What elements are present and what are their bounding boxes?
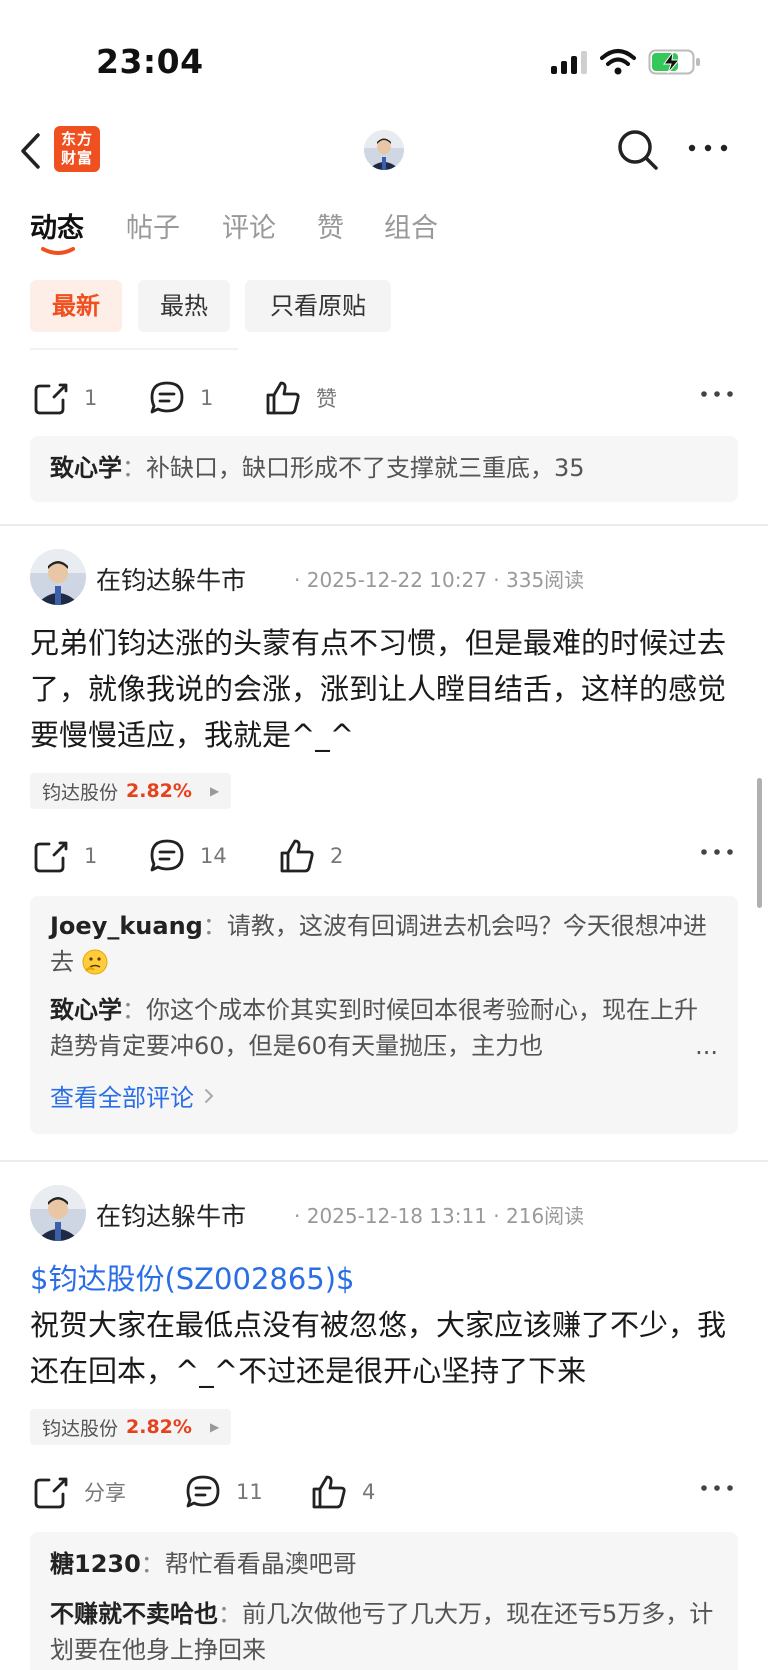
filter-latest[interactable]: 最新: [30, 280, 122, 332]
reply-text: 帮忙看看晶澳吧哥: [164, 1550, 357, 1578]
stock-change: 2.82%: [126, 1416, 192, 1438]
reply-text: 补缺口，缺口形成不了支撑就三重底，35: [146, 454, 585, 482]
share-count: 1: [84, 386, 98, 410]
comment-icon: [186, 1475, 220, 1508]
filter-hot[interactable]: 最热: [138, 280, 230, 332]
brand-logo[interactable]: 东方财富: [54, 126, 100, 172]
share-icon: [34, 1477, 68, 1509]
caret-right-icon: ▶: [209, 1420, 220, 1434]
like-button[interactable]: 赞: [264, 378, 337, 418]
back-arrow-icon[interactable]: [18, 132, 44, 170]
like-button[interactable]: 4: [310, 1472, 375, 1512]
profile-tabs: 动态 帖子 评论 赞 组合: [0, 200, 768, 260]
thumbs-up-icon: [280, 839, 314, 873]
like-count: 2: [330, 844, 344, 868]
status-time: 23:04: [96, 42, 204, 81]
reply-preview[interactable]: Joey_kuang：请教，这波有回调进去机会吗？今天很想冲进去 致心学：你这个…: [30, 896, 738, 1134]
post-text: 祝贺大家在最低点没有被忽悠，大家应该赚了不少，我还在回本，^_^不过还是很开心坚…: [30, 1308, 727, 1388]
reply-username[interactable]: 致心学: [50, 996, 122, 1024]
more-icon[interactable]: [700, 1480, 734, 1496]
more-icon[interactable]: [700, 844, 734, 860]
comment-button[interactable]: 14: [148, 836, 227, 876]
thumbs-up-icon: [312, 1475, 346, 1509]
reply-username[interactable]: 不赚就不卖哈也: [50, 1600, 218, 1628]
comment-button[interactable]: 1: [148, 378, 213, 418]
view-all-comments-link[interactable]: 查看全部评论: [50, 1078, 718, 1113]
more-icon[interactable]: [700, 386, 734, 402]
post-meta: · 2025-12-22 10:27 · 335阅读: [294, 568, 585, 592]
wifi-icon: [600, 49, 636, 75]
comment-icon: [150, 381, 184, 414]
tab-posts[interactable]: 帖子: [126, 206, 180, 245]
truncation-ellipsis: ...: [687, 1028, 718, 1064]
reply-username[interactable]: Joey_kuang: [50, 912, 203, 940]
reply-text: 你这个成本价其实到时候回本很考验耐心，现在上升趋势肯定要冲60，但是60有天量抛…: [50, 996, 698, 1060]
like-button[interactable]: 2: [278, 836, 343, 876]
tab-likes[interactable]: 赞: [317, 206, 344, 245]
post-divider: [0, 1160, 768, 1162]
share-icon: [34, 841, 68, 873]
stock-tag[interactable]: 钧达股份 2.82% ▶: [30, 773, 232, 809]
scrollbar[interactable]: [757, 778, 762, 908]
post-header: 在钧达躲牛市 · 2025-12-22 10:27 · 335阅读: [30, 549, 750, 605]
top-nav: 东方财富: [0, 118, 768, 182]
stock-name: 钧达股份: [42, 781, 119, 804]
post-content[interactable]: 兄弟们钧达涨的头蒙有点不习惯，但是最难的时候过去了，就像我说的会涨，涨到让人瞠目…: [30, 620, 742, 758]
reply-preview[interactable]: 致心学：补缺口，缺口形成不了支撑就三重底，35: [30, 436, 738, 502]
share-button[interactable]: 1: [32, 836, 97, 876]
battery-charging-icon: [648, 49, 700, 75]
reply-item: 不赚就不卖哈也：前几次做他亏了几大万，现在还亏5万多，计划要在他身上挣回来: [50, 1600, 714, 1664]
reply-item: 致心学：你这个成本价其实到时候回本很考验耐心，现在上升趋势肯定要冲60，但是60…: [50, 992, 718, 1064]
comment-count: 14: [200, 844, 227, 868]
stock-tag[interactable]: 钧达股份 2.82% ▶: [30, 1409, 232, 1445]
author-avatar[interactable]: [30, 549, 86, 605]
comment-icon: [150, 839, 184, 872]
thinking-emoji-icon: [82, 949, 108, 975]
view-all-label: 查看全部评论: [50, 1084, 194, 1112]
reply-preview[interactable]: 糖1230：帮忙看看晶澳吧哥 不赚就不卖哈也：前几次做他亏了几大万，现在还亏5万…: [30, 1532, 738, 1670]
post-header: 在钧达躲牛市 · 2025-12-18 13:11 · 216阅读: [30, 1185, 750, 1241]
comment-count: 11: [236, 1480, 263, 1504]
author-avatar[interactable]: [30, 1185, 86, 1241]
author-name[interactable]: 在钧达躲牛市: [96, 561, 246, 597]
tab-portfolio[interactable]: 组合: [384, 206, 438, 245]
share-icon: [34, 383, 68, 415]
post-actions: 1 1 赞: [0, 372, 768, 422]
post-actions: 分享 11 4: [0, 1466, 768, 1516]
like-label: 赞: [316, 387, 337, 411]
reply-item: 糖1230：帮忙看看晶澳吧哥: [50, 1550, 357, 1578]
active-tab-indicator: [41, 247, 75, 255]
reply-username[interactable]: 致心学: [50, 454, 122, 482]
share-button[interactable]: 1: [32, 378, 97, 418]
status-bar: 23:04: [0, 0, 768, 120]
author-name[interactable]: 在钧达躲牛市: [96, 1197, 246, 1233]
profile-avatar[interactable]: [364, 130, 404, 170]
post-meta: · 2025-12-18 13:11 · 216阅读: [294, 1204, 585, 1228]
like-count: 4: [362, 1480, 376, 1504]
stock-link[interactable]: $钧达股份(SZ002865)$: [30, 1256, 742, 1302]
filter-original-only[interactable]: 只看原贴: [245, 280, 391, 332]
share-button[interactable]: 分享: [32, 1472, 126, 1512]
comment-count: 1: [200, 386, 214, 410]
search-icon[interactable]: [616, 128, 660, 172]
share-label: 分享: [84, 1481, 126, 1505]
post-actions: 1 14 2: [0, 830, 768, 880]
share-count: 1: [84, 844, 98, 868]
tab-activity[interactable]: 动态: [30, 206, 84, 245]
divider: [30, 348, 238, 350]
stock-name: 钧达股份: [42, 1417, 119, 1440]
reply-username[interactable]: 糖1230: [50, 1550, 141, 1578]
reply-item: Joey_kuang：请教，这波有回调进去机会吗？今天很想冲进去: [50, 912, 707, 976]
caret-right-icon: ▶: [209, 784, 220, 798]
more-options-icon[interactable]: [686, 138, 730, 158]
post-content[interactable]: $钧达股份(SZ002865)$ 祝贺大家在最低点没有被忽悠，大家应该赚了不少，…: [30, 1256, 742, 1394]
stock-change: 2.82%: [126, 780, 192, 802]
reply-item: 致心学：补缺口，缺口形成不了支撑就三重底，35: [50, 454, 585, 482]
comment-button[interactable]: 11: [184, 1472, 263, 1512]
tab-comments[interactable]: 评论: [222, 206, 276, 245]
cellular-signal-icon: [551, 51, 587, 74]
thumbs-up-icon: [266, 381, 300, 415]
post-divider: [0, 524, 768, 526]
chevron-right-icon: [205, 1088, 214, 1103]
